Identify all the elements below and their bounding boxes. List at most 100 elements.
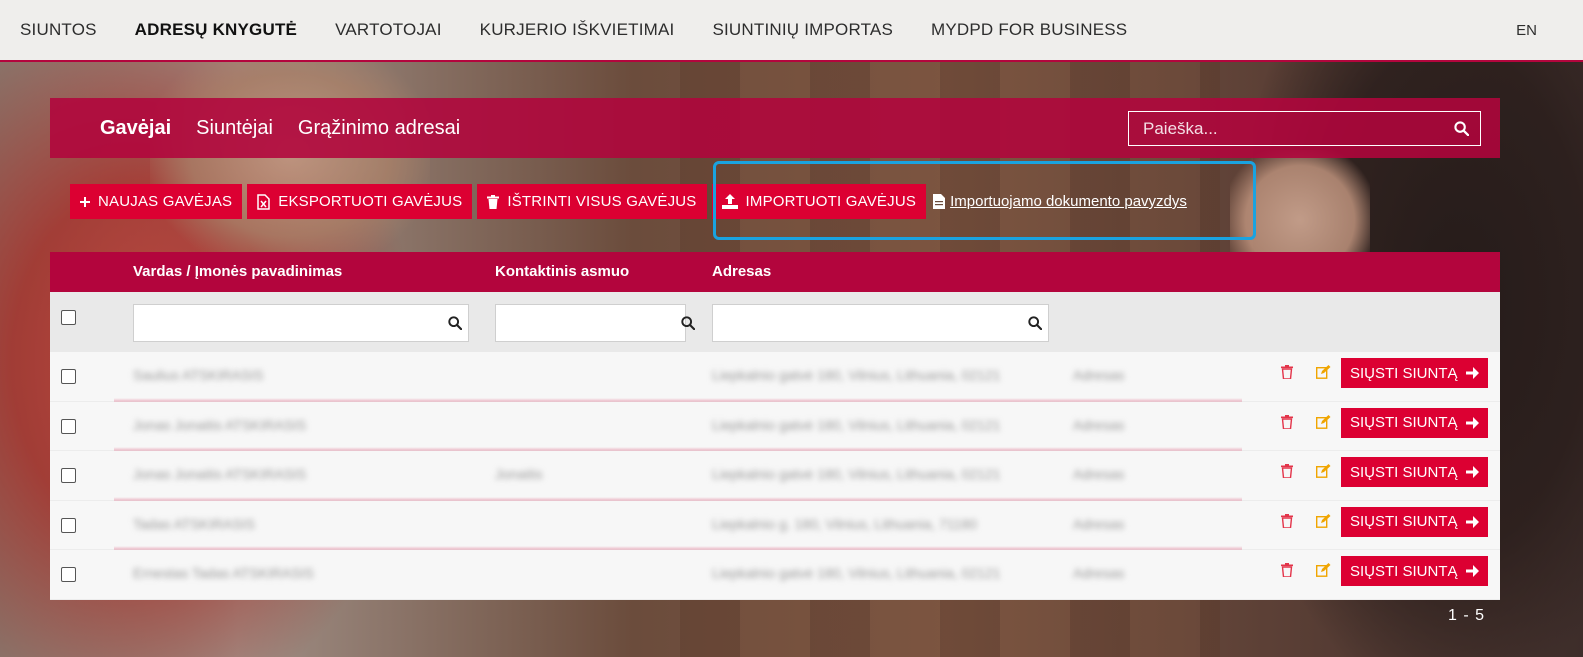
- row-checkbox[interactable]: [61, 369, 76, 384]
- send-shipment-label: SIŲSTI SIUNTĄ: [1350, 463, 1458, 481]
- table-filter-row: [50, 292, 1500, 352]
- export-recipients-label: EKSPORTUOTI GAVĖJUS: [278, 193, 463, 210]
- edit-icon[interactable]: [1315, 414, 1331, 434]
- recipient-type: Adresas: [1073, 565, 1125, 581]
- table-row[interactable]: Saulius ATSKIRASIS Liepkalnio gatvė 180,…: [50, 352, 1500, 404]
- search-box: [1128, 111, 1481, 146]
- column-header-address[interactable]: Adresas: [712, 263, 771, 280]
- arrow-right-icon: [1465, 565, 1479, 577]
- send-shipment-button[interactable]: SIŲSTI SIUNTĄ: [1341, 407, 1488, 438]
- import-sample-label: Importuojamo dokumento pavyzdys: [950, 193, 1187, 210]
- table-row[interactable]: Tadas ATSKIRASIS Liepkalnio g. 180, Viln…: [50, 500, 1500, 552]
- send-shipment-label: SIŲSTI SIUNTĄ: [1350, 562, 1458, 580]
- delete-icon[interactable]: [1281, 513, 1293, 533]
- send-shipment-button[interactable]: SIŲSTI SIUNTĄ: [1341, 556, 1488, 586]
- address-filter: [712, 304, 1049, 342]
- send-shipment-button[interactable]: SIŲSTI SIUNTĄ: [1341, 457, 1488, 487]
- import-recipients-label: IMPORTUOTI GAVĖJUS: [745, 193, 917, 210]
- table-row[interactable]: Jonas Jonaitis ATSKIRASIS Liepkalnio gat…: [50, 401, 1500, 453]
- search-icon[interactable]: [1022, 316, 1048, 330]
- search-icon[interactable]: [681, 316, 695, 330]
- recipient-type: Adresas: [1073, 515, 1125, 532]
- contact-filter-input[interactable]: [496, 305, 681, 341]
- edit-icon[interactable]: [1315, 365, 1331, 384]
- plus-icon: [80, 196, 90, 207]
- delete-icon[interactable]: [1281, 414, 1293, 434]
- table-row[interactable]: Jonas Jonaitis ATSKIRASIS Jonaitis Liepk…: [50, 451, 1500, 503]
- excel-file-icon: [257, 193, 270, 210]
- recipient-address: Liepkalnio gatvė 180, Vilnius, Lithuania…: [712, 466, 1001, 482]
- name-filter-input[interactable]: [134, 305, 442, 341]
- delete-all-recipients-button[interactable]: IŠTRINTI VISUS GAVĖJUS: [477, 184, 707, 219]
- table-header: Vardas / Įmonės pavadinimas Kontaktinis …: [50, 252, 1500, 292]
- send-shipment-label: SIŲSTI SIUNTĄ: [1350, 364, 1458, 382]
- row-checkbox[interactable]: [61, 567, 76, 582]
- arrow-right-icon: [1465, 466, 1479, 478]
- recipient-name: Ernestas Tadas ATSKIRASIS: [133, 565, 314, 581]
- recipient-address: Liepkalnio gatvė 180, Vilnius, Lithuania…: [712, 565, 1001, 581]
- recipient-name: Jonas Jonaitis ATSKIRASIS: [133, 466, 307, 482]
- address-filter-input[interactable]: [713, 305, 1022, 341]
- new-recipient-label: NAUJAS GAVĖJAS: [98, 193, 233, 210]
- search-input[interactable]: [1129, 112, 1442, 145]
- recipient-address: Liepkalnio gatvė 180, Vilnius, Lithuania…: [712, 416, 1001, 433]
- tab-recipients[interactable]: Gavėjai: [100, 117, 171, 140]
- column-header-name[interactable]: Vardas / Įmonės pavadinimas: [133, 263, 342, 280]
- delete-icon[interactable]: [1281, 464, 1293, 483]
- edit-icon[interactable]: [1315, 464, 1331, 483]
- address-book-header: Gavėjai Siuntėjai Grąžinimo adresai: [50, 98, 1500, 158]
- import-recipients-button[interactable]: IMPORTUOTI GAVĖJUS: [711, 184, 927, 219]
- address-book-tabs: Gavėjai Siuntėjai Grąžinimo adresai: [100, 117, 485, 140]
- document-icon: [933, 194, 946, 209]
- nav-item-mydpd-business[interactable]: MYDPD FOR BUSINESS: [931, 20, 1127, 40]
- row-checkbox[interactable]: [61, 468, 76, 483]
- top-navigation: SIUNTOS ADRESŲ KNYGUTĖ VARTOTOJAI KURJER…: [0, 0, 1583, 62]
- send-shipment-button[interactable]: SIŲSTI SIUNTĄ: [1341, 358, 1488, 388]
- recipient-type: Adresas: [1073, 367, 1125, 383]
- top-nav-items: SIUNTOS ADRESŲ KNYGUTĖ VARTOTOJAI KURJER…: [20, 20, 1165, 40]
- send-shipment-label: SIŲSTI SIUNTĄ: [1350, 414, 1458, 431]
- column-header-contact[interactable]: Kontaktinis asmuo: [495, 263, 629, 280]
- nav-item-courier-calls[interactable]: KURJERIO IŠKVIETIMAI: [480, 20, 675, 40]
- recipient-name: Saulius ATSKIRASIS: [133, 367, 264, 383]
- action-bar: NAUJAS GAVĖJAS EKSPORTUOTI GAVĖJUS IŠTRI…: [70, 184, 1187, 219]
- new-recipient-button[interactable]: NAUJAS GAVĖJAS: [70, 184, 243, 219]
- recipient-address: Liepkalnio gatvė 180, Vilnius, Lithuania…: [712, 367, 1001, 383]
- import-sample-link[interactable]: Importuojamo dokumento pavyzdys: [933, 193, 1187, 210]
- row-checkbox[interactable]: [61, 517, 76, 533]
- edit-icon[interactable]: [1315, 563, 1331, 582]
- send-shipment-button[interactable]: SIŲSTI SIUNTĄ: [1341, 506, 1488, 537]
- arrow-right-icon: [1465, 416, 1479, 429]
- nav-item-users[interactable]: VARTOTOJAI: [335, 20, 442, 40]
- upload-icon: [721, 194, 738, 209]
- nav-item-shipment-import[interactable]: SIUNTINIŲ IMPORTAS: [712, 20, 893, 40]
- delete-icon[interactable]: [1281, 563, 1293, 582]
- send-shipment-label: SIŲSTI SIUNTĄ: [1350, 513, 1458, 530]
- arrow-right-icon: [1465, 515, 1479, 528]
- table-row[interactable]: Ernestas Tadas ATSKIRASIS Liepkalnio gat…: [50, 550, 1500, 600]
- select-all-checkbox[interactable]: [61, 310, 76, 325]
- row-checkbox[interactable]: [61, 418, 76, 434]
- delete-all-recipients-label: IŠTRINTI VISUS GAVĖJUS: [507, 193, 697, 210]
- edit-icon[interactable]: [1315, 513, 1331, 533]
- search-icon[interactable]: [442, 316, 468, 330]
- arrow-right-icon: [1465, 367, 1479, 379]
- nav-item-address-book[interactable]: ADRESŲ KNYGUTĖ: [135, 20, 297, 40]
- contact-filter: [495, 304, 695, 342]
- tab-return-addresses[interactable]: Grąžinimo adresai: [298, 117, 460, 140]
- recipient-type: Adresas: [1073, 466, 1125, 482]
- export-recipients-button[interactable]: EKSPORTUOTI GAVĖJUS: [247, 184, 473, 219]
- tab-senders[interactable]: Siuntėjai: [196, 117, 273, 140]
- language-switch[interactable]: EN: [1516, 22, 1537, 39]
- recipient-name: Tadas ATSKIRASIS: [133, 515, 255, 532]
- recipients-table: Vardas / Įmonės pavadinimas Kontaktinis …: [50, 252, 1500, 600]
- name-filter: [133, 304, 469, 342]
- recipient-contact: Jonaitis: [495, 466, 543, 482]
- recipient-type: Adresas: [1073, 416, 1125, 433]
- delete-icon[interactable]: [1281, 365, 1293, 384]
- search-icon[interactable]: [1442, 112, 1480, 145]
- nav-item-siuntos[interactable]: SIUNTOS: [20, 20, 97, 40]
- recipient-name: Jonas Jonaitis ATSKIRASIS: [133, 416, 307, 433]
- trash-icon: [487, 194, 500, 209]
- recipient-address: Liepkalnio g. 180, Vilnius, Lithuania, 7…: [712, 515, 977, 532]
